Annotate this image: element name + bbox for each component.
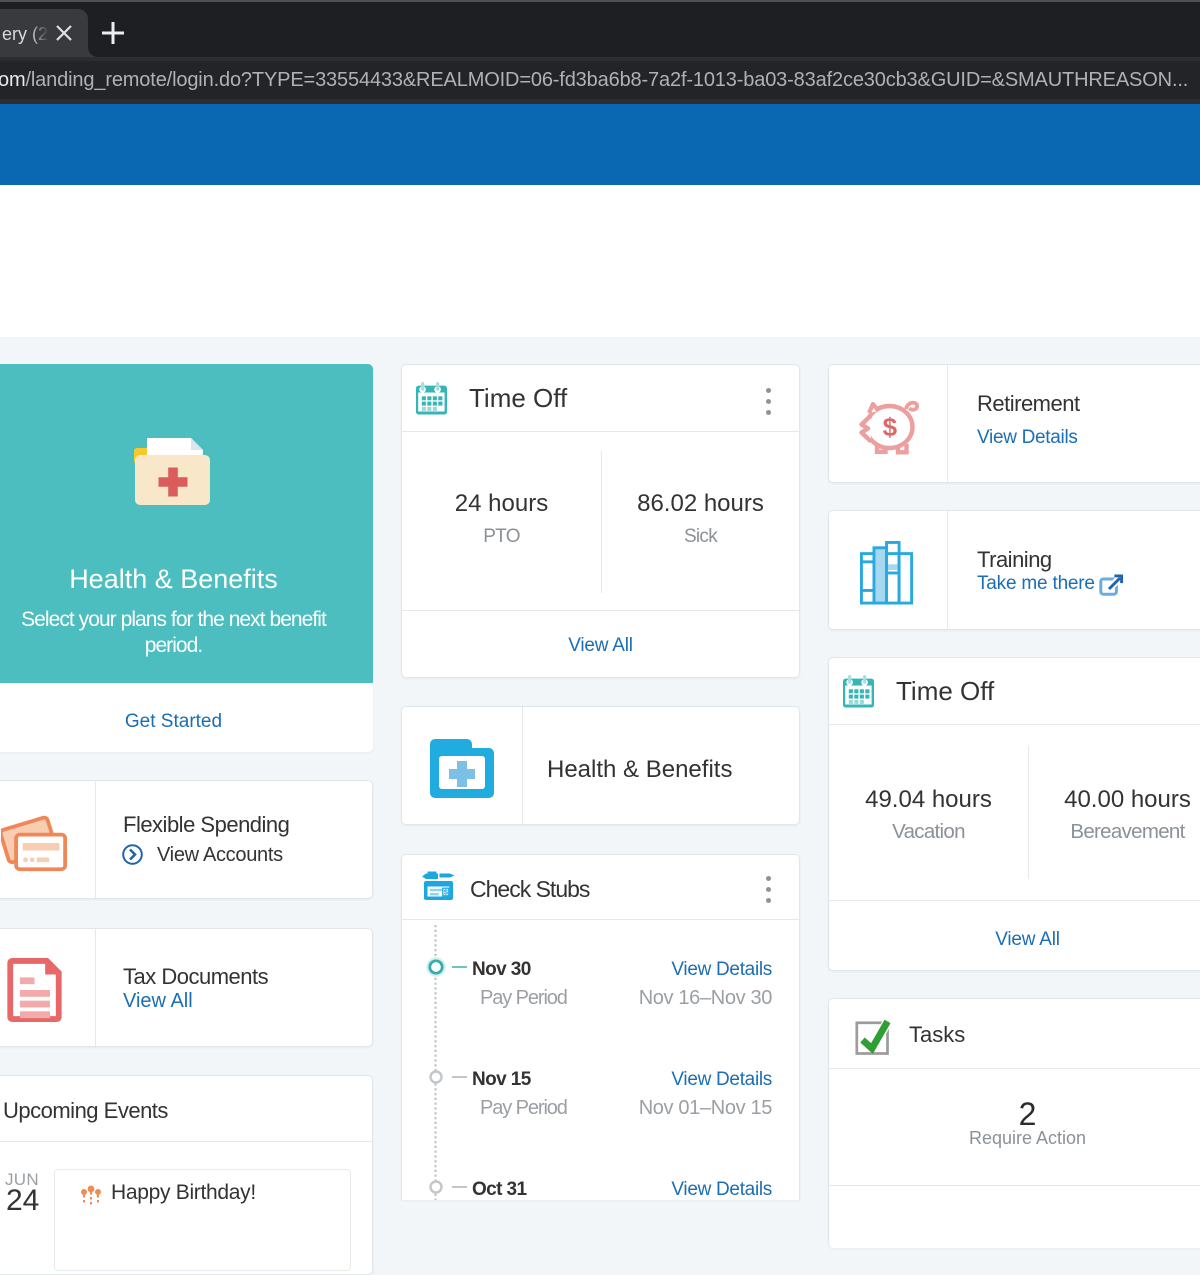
svg-text:$: $ xyxy=(882,412,897,442)
